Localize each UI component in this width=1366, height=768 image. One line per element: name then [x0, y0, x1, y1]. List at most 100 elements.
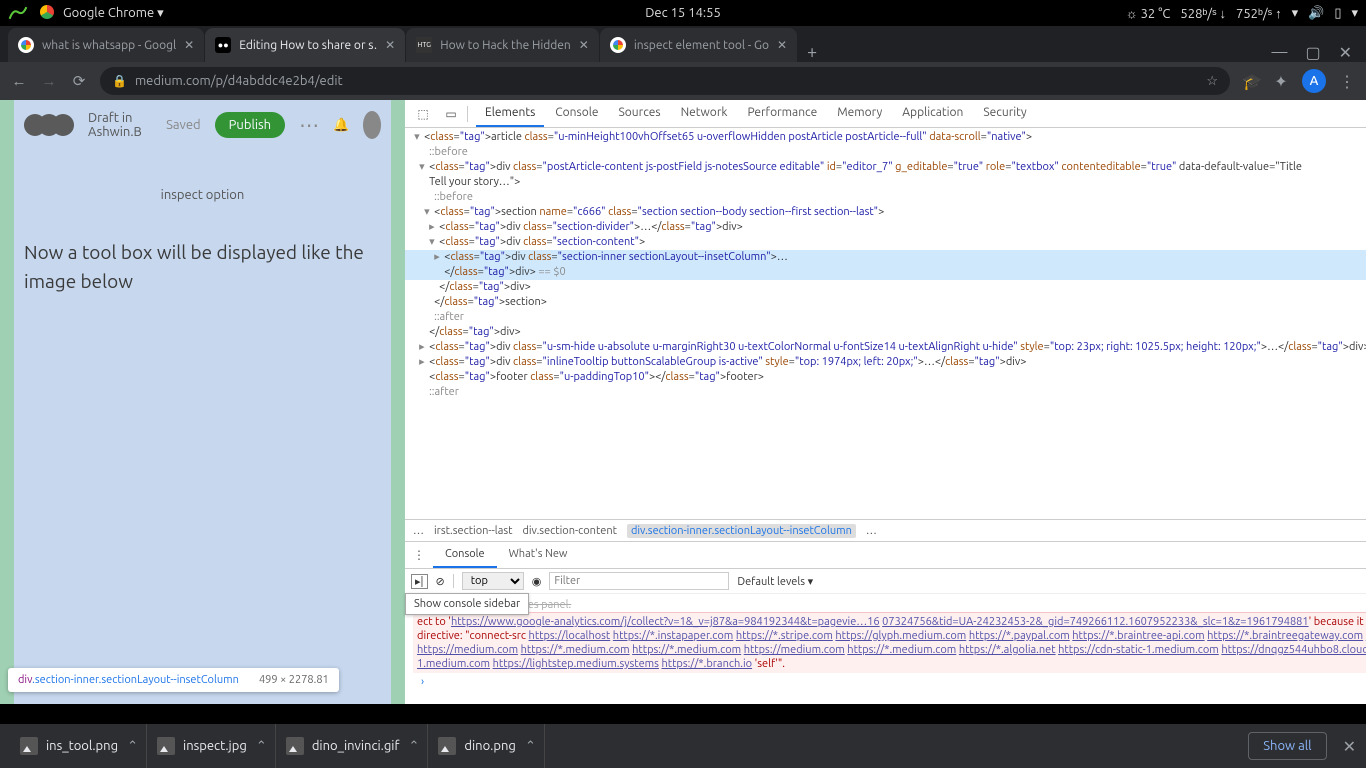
chrome-menu-icon[interactable]: ⋮	[1338, 72, 1356, 91]
medium-editor[interactable]: inspect option Now a tool box will be di…	[0, 150, 405, 325]
cast-icon[interactable]: 🎓	[1242, 72, 1260, 91]
browser-tab[interactable]: inspect element tool - Go ✕	[600, 28, 797, 62]
live-expression-icon[interactable]: ◉	[532, 575, 542, 588]
dom-node[interactable]: ▸<class="tag">div class="inlineTooltip b…	[405, 355, 1366, 370]
console-filter-input[interactable]	[549, 572, 729, 590]
inspect-element-icon[interactable]: ⬚	[411, 107, 435, 121]
weather[interactable]: ☼ 32 °C	[1126, 6, 1171, 21]
devtools-tab-sources[interactable]: Sources	[610, 100, 670, 127]
dom-node[interactable]: ::after	[405, 310, 1366, 325]
window-minimize-icon[interactable]: —	[1272, 43, 1288, 62]
console-tab-console[interactable]: Console	[433, 542, 497, 568]
console-toolbar: ▸| ⊘ top ◉ Default levels ▾ ⚙ Show conso…	[405, 569, 1366, 594]
profile-avatar[interactable]: A	[1302, 69, 1326, 93]
breadcrumb-item[interactable]: div.section-content	[522, 525, 617, 537]
device-toggle-icon[interactable]: ▭	[439, 107, 463, 121]
download-item[interactable]: dino.png ⌃	[428, 724, 544, 768]
dom-node[interactable]: ▾<class="tag">section name="c666" class=…	[405, 205, 1366, 220]
console-drawer-tabs: ⋮ ConsoleWhat's New ✕	[405, 541, 1366, 569]
medium-logo-icon[interactable]	[24, 114, 74, 136]
dom-node[interactable]: ▾<class="tag">div class="section-content…	[405, 235, 1366, 250]
tab-close-icon[interactable]: ✕	[579, 38, 589, 52]
breadcrumb-item[interactable]: div.section-inner.sectionLayout--insetCo…	[627, 524, 856, 538]
browser-tab[interactable]: what is whatsapp - Googl✕	[8, 28, 204, 62]
download-filename: dino.png	[464, 739, 515, 753]
htg-favicon-icon: HTG	[416, 37, 432, 53]
devtools-tab-application[interactable]: Application	[893, 100, 972, 127]
user-avatar[interactable]	[363, 111, 381, 139]
dom-node[interactable]: <class="tag">footer class="u-paddingTop1…	[405, 370, 1366, 385]
tab-title: inspect element tool - Go	[634, 39, 769, 52]
dom-node[interactable]: ▾<class="tag">article class="u-minHeight…	[405, 130, 1366, 145]
console-prompt[interactable]: ›	[413, 673, 1366, 691]
dom-node[interactable]: ::before	[405, 190, 1366, 205]
medium-favicon-icon: ●●	[215, 37, 231, 53]
system-top-bar: Google Chrome ▾ Dec 15 14:55 ☼ 32 °C 528…	[0, 0, 1366, 26]
tab-close-icon[interactable]: ✕	[184, 38, 194, 52]
download-item[interactable]: ins_tool.png⌃	[10, 724, 147, 768]
battery-icon[interactable]: ▯	[1334, 6, 1341, 21]
console-output[interactable]: been moved to the Issues panel.View Issu…	[405, 594, 1366, 704]
devtools-tab-elements[interactable]: Elements	[476, 100, 544, 127]
dom-node[interactable]: ▾<class="tag">div class="postArticle-con…	[405, 160, 1366, 175]
breadcrumb-item[interactable]: irst.section--last	[434, 525, 512, 537]
devtools-tab-console[interactable]: Console	[546, 100, 607, 127]
dom-node[interactable]: ▸<class="tag">div class="u-sm-hide u-abs…	[405, 340, 1366, 355]
log-level-select[interactable]: Default levels ▾	[737, 575, 813, 588]
clock[interactable]: Dec 15 14:55	[645, 6, 721, 20]
dom-node[interactable]: ::after	[405, 385, 1366, 400]
show-all-downloads-button[interactable]: Show all	[1248, 732, 1326, 760]
lock-icon: 🔒	[112, 74, 127, 88]
download-menu-icon[interactable]: ⌃	[525, 739, 536, 754]
window-close-icon[interactable]: ✕	[1339, 43, 1352, 62]
download-menu-icon[interactable]: ⌃	[127, 739, 138, 754]
download-menu-icon[interactable]: ⌃	[256, 739, 267, 754]
devtools-tab-network[interactable]: Network	[672, 100, 737, 127]
power-icon[interactable]: ▾	[1351, 6, 1358, 21]
download-item[interactable]: dino_invinci.gif⌃	[276, 724, 429, 768]
dom-node[interactable]: </class="tag">div> == $0	[405, 265, 1366, 280]
clear-console-icon[interactable]: ⊘	[436, 575, 445, 588]
back-button[interactable]: ←	[10, 72, 28, 90]
elements-breadcrumb[interactable]: … irst.section--last div.section-content di…	[405, 519, 1366, 541]
publish-button[interactable]: Publish	[215, 112, 285, 138]
wifi-icon[interactable]: ▾	[1292, 6, 1299, 21]
star-bookmark-icon[interactable]: ☆	[1206, 74, 1218, 89]
tab-close-icon[interactable]: ✕	[777, 38, 787, 52]
file-image-icon	[157, 737, 175, 755]
browser-tab[interactable]: ●●Editing How to share or s…✕	[205, 28, 405, 62]
new-tab-button[interactable]: +	[798, 42, 826, 62]
console-sidebar-toggle-icon[interactable]: ▸|	[411, 574, 427, 589]
dom-node[interactable]: Tell your story…">	[405, 175, 1366, 190]
tab-close-icon[interactable]: ✕	[385, 38, 395, 52]
devtools-tab-memory[interactable]: Memory	[828, 100, 891, 127]
devtools-tab-security[interactable]: Security	[974, 100, 1035, 127]
breadcrumb-item[interactable]: …	[413, 525, 424, 537]
forward-button[interactable]: →	[40, 72, 58, 90]
reload-button[interactable]: ⟳	[70, 72, 88, 90]
download-item[interactable]: inspect.jpg⌃	[147, 724, 276, 768]
elements-dom-tree[interactable]: ▾<class="tag">article class="u-minHeight…	[405, 128, 1366, 519]
execution-context-select[interactable]: top	[462, 572, 524, 590]
console-drawer-menu-icon[interactable]: ⋮	[405, 542, 433, 568]
address-bar[interactable]: 🔒 medium.com/p/d4abddc4e2b4/edit ☆	[100, 67, 1230, 95]
browser-tab[interactable]: HTGHow to Hack the Hidden✕	[406, 28, 599, 62]
medium-header: Draft in Ashwin.B Saved Publish ⋯ 🔔	[0, 100, 405, 150]
dom-node[interactable]: ::before	[405, 145, 1366, 160]
breadcrumb-item[interactable]: …	[866, 525, 877, 537]
dom-node[interactable]: </class="tag">div>	[405, 325, 1366, 340]
dom-node[interactable]: ▸<class="tag">div class="section-inner s…	[405, 250, 1366, 265]
devtools-tab-performance[interactable]: Performance	[738, 100, 826, 127]
window-maximize-icon[interactable]: ▢	[1305, 43, 1320, 62]
notifications-icon[interactable]: 🔔	[333, 118, 349, 133]
download-menu-icon[interactable]: ⌃	[409, 739, 420, 754]
dom-node[interactable]: ▸<class="tag">div class="section-divider…	[405, 220, 1366, 235]
console-tab-whatsnew[interactable]: What's New	[497, 542, 580, 568]
dom-node[interactable]: </class="tag">section>	[405, 295, 1366, 310]
extensions-icon[interactable]: ✦	[1272, 72, 1290, 91]
close-shelf-icon[interactable]: ✕	[1343, 737, 1356, 756]
more-menu-icon[interactable]: ⋯	[299, 113, 319, 137]
dom-node[interactable]: </class="tag">div>	[405, 280, 1366, 295]
volume-icon[interactable]: 🔊	[1308, 6, 1324, 21]
chrome-indicator[interactable]: Google Chrome ▾	[40, 5, 164, 21]
